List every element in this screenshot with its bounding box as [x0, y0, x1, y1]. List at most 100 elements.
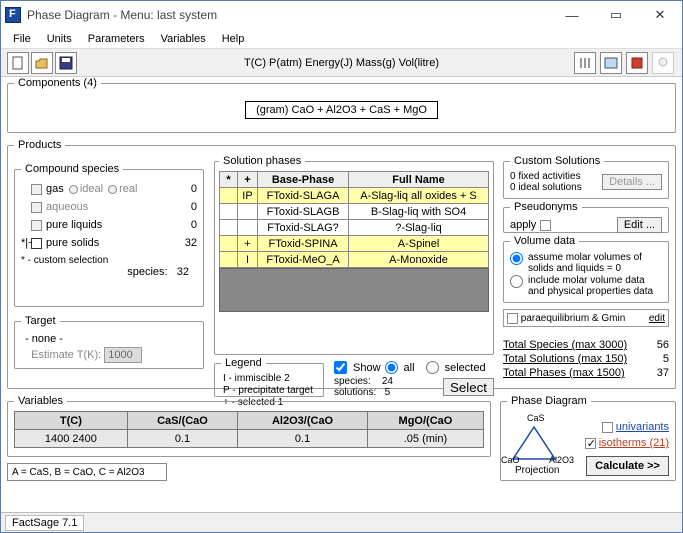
show-all-radio[interactable] — [385, 361, 398, 374]
custom-ideal-solutions: 0 ideal solutions — [510, 182, 602, 193]
pure-liquids-checkbox[interactable] — [31, 220, 42, 231]
variable-header[interactable]: T(C) — [15, 412, 128, 430]
paraequilibrium-label: paraequilibrium & Gmin — [521, 313, 626, 324]
variable-header[interactable]: CaS/(CaO — [127, 412, 237, 430]
phase-diagram-group: Phase Diagram CaS CaO Al2O3 univariants … — [500, 395, 676, 481]
table-row[interactable]: IFToxid-MeO_AA-Monoxide — [220, 252, 489, 268]
minimize-button[interactable]: — — [550, 1, 594, 29]
gas-checkbox[interactable] — [31, 184, 42, 195]
menu-file[interactable]: File — [5, 31, 39, 47]
total-species-value: 56 — [657, 339, 669, 351]
isotherms-label[interactable]: isotherms (21) — [599, 437, 669, 449]
new-icon[interactable] — [7, 52, 29, 74]
solution-phases-table[interactable]: * + Base-Phase Full Name IPFToxid-SLAGAA… — [219, 171, 489, 268]
univariants-label[interactable]: univariants — [616, 421, 669, 433]
open-icon[interactable] — [31, 52, 53, 74]
menu-help[interactable]: Help — [214, 31, 253, 47]
col-star: * — [220, 172, 238, 188]
menu-units[interactable]: Units — [39, 31, 80, 47]
total-phases-value: 37 — [657, 367, 669, 379]
solution-phases-legend: Solution phases — [219, 155, 305, 167]
products-group: Products Compound species gas ideal real… — [7, 139, 676, 389]
maximize-button[interactable]: ▭ — [594, 1, 638, 29]
products-legend: Products — [14, 139, 65, 151]
isotherms-checkbox[interactable]: ✓ — [585, 438, 596, 449]
tool-window-icon[interactable] — [600, 52, 622, 74]
target-group: Target - none - Estimate T(K): 1000 — [14, 315, 204, 369]
target-none: - none - — [25, 333, 193, 345]
legend-group: Legend I - immiscible 2 P - precipitate … — [214, 357, 324, 397]
variable-header[interactable]: MgO/(CaO — [367, 412, 483, 430]
show-selected-radio[interactable] — [426, 361, 439, 374]
volume-include-radio[interactable] — [510, 275, 523, 288]
gas-label: gas — [46, 183, 64, 195]
triangle-top-label: CaS — [527, 413, 545, 423]
volume-assume-radio[interactable] — [510, 252, 523, 265]
total-species-label[interactable]: Total Species (max 3000) — [503, 339, 627, 351]
pure-solids-label: pure solids — [46, 237, 175, 249]
legend-line-1: I - immiscible 2 — [223, 373, 315, 385]
variable-cell[interactable]: 0.1 — [127, 430, 237, 448]
pseudonyms-apply-checkbox[interactable] — [540, 220, 551, 231]
menu-variables[interactable]: Variables — [153, 31, 214, 47]
volume-data-group: Volume data assume molar volumes of soli… — [503, 235, 669, 303]
tool-columns-icon[interactable] — [574, 52, 596, 74]
total-solutions-label[interactable]: Total Solutions (max 150) — [503, 353, 627, 365]
target-legend: Target — [21, 315, 60, 327]
custom-selection-note: * - custom selection — [21, 255, 197, 266]
show-species-count: 24 — [382, 376, 393, 387]
variables-legend: Variables — [14, 395, 67, 407]
total-phases-label[interactable]: Total Phases (max 1500) — [503, 367, 625, 379]
gas-ideal-radio[interactable] — [69, 185, 78, 194]
calculate-button[interactable]: Calculate >> — [586, 456, 669, 476]
compound-species-group: Compound species gas ideal real 0 aqueou… — [14, 163, 204, 307]
version-label: FactSage 7.1 — [5, 515, 84, 531]
paraequilibrium-row: paraequilibrium & Gmin edit — [503, 309, 669, 327]
paraequilibrium-edit-link[interactable]: edit — [649, 313, 665, 324]
gas-real-radio[interactable] — [108, 185, 117, 194]
table-row[interactable]: IPFToxid-SLAGAA-Slag-liq all oxides + S — [220, 188, 489, 204]
tool-bulb-icon[interactable] — [652, 52, 674, 74]
aqueous-checkbox[interactable] — [31, 202, 42, 213]
window-title: Phase Diagram - Menu: last system — [27, 8, 550, 22]
variable-cell[interactable]: 0.1 — [238, 430, 368, 448]
pseudonyms-apply-label: apply — [510, 219, 536, 231]
col-plus: + — [238, 172, 258, 188]
show-checkbox[interactable] — [334, 361, 347, 374]
select-button[interactable]: Select — [443, 378, 494, 396]
table-row[interactable]: FToxid-SLAG??-Slag-liq — [220, 220, 489, 236]
compound-species-legend: Compound species — [21, 163, 123, 175]
pure-solids-checkbox[interactable] — [31, 238, 42, 249]
variable-cell[interactable]: .05 (min) — [367, 430, 483, 448]
show-all-label: all — [404, 362, 415, 374]
close-button[interactable]: ✕ — [638, 1, 682, 29]
univariants-checkbox[interactable] — [602, 422, 613, 433]
species-label: species: — [127, 266, 167, 278]
estimate-input[interactable]: 1000 — [104, 347, 142, 363]
gas-count: 0 — [175, 183, 197, 195]
table-row[interactable]: +FToxid-SPINAA-Spinel — [220, 236, 489, 252]
pseudonyms-edit-button[interactable]: Edit ... — [617, 217, 662, 233]
statusbar: FactSage 7.1 — [1, 512, 682, 532]
aqueous-count: 0 — [175, 201, 197, 213]
total-solutions-value: 5 — [663, 353, 669, 365]
volume-assume-label: assume molar volumes of solids and liqui… — [528, 252, 662, 274]
details-button[interactable]: Details ... — [602, 174, 662, 190]
variable-cell[interactable]: 1400 2400 — [15, 430, 128, 448]
components-formula[interactable]: (gram) CaO + Al2O3 + CaS + MgO — [245, 101, 438, 119]
paraequilibrium-checkbox[interactable] — [507, 313, 518, 324]
tool-book-icon[interactable] — [626, 52, 648, 74]
volume-include-label: include molar volume data and physical p… — [528, 275, 662, 297]
pseudonyms-group: Pseudonyms apply Edit ... — [503, 201, 669, 233]
menu-parameters[interactable]: Parameters — [80, 31, 153, 47]
variables-group: Variables T(C)CaS/(CaOAl2O3/(CaOMgO/(CaO… — [7, 395, 491, 457]
custom-solutions-legend: Custom Solutions — [510, 155, 604, 167]
save-icon[interactable] — [55, 52, 77, 74]
variables-table[interactable]: T(C)CaS/(CaOAl2O3/(CaOMgO/(CaO 1400 2400… — [14, 411, 484, 448]
variable-header[interactable]: Al2O3/(CaO — [238, 412, 368, 430]
totals-panel: Total Species (max 3000) 56 Total Soluti… — [503, 337, 669, 381]
table-row[interactable]: FToxid-SLAGBB-Slag-liq with SO4 — [220, 204, 489, 220]
components-group: Components (4) (gram) CaO + Al2O3 + CaS … — [7, 77, 676, 133]
estimate-label: Estimate T(K): — [31, 349, 101, 361]
triangle-left-label: CaO — [501, 455, 520, 465]
